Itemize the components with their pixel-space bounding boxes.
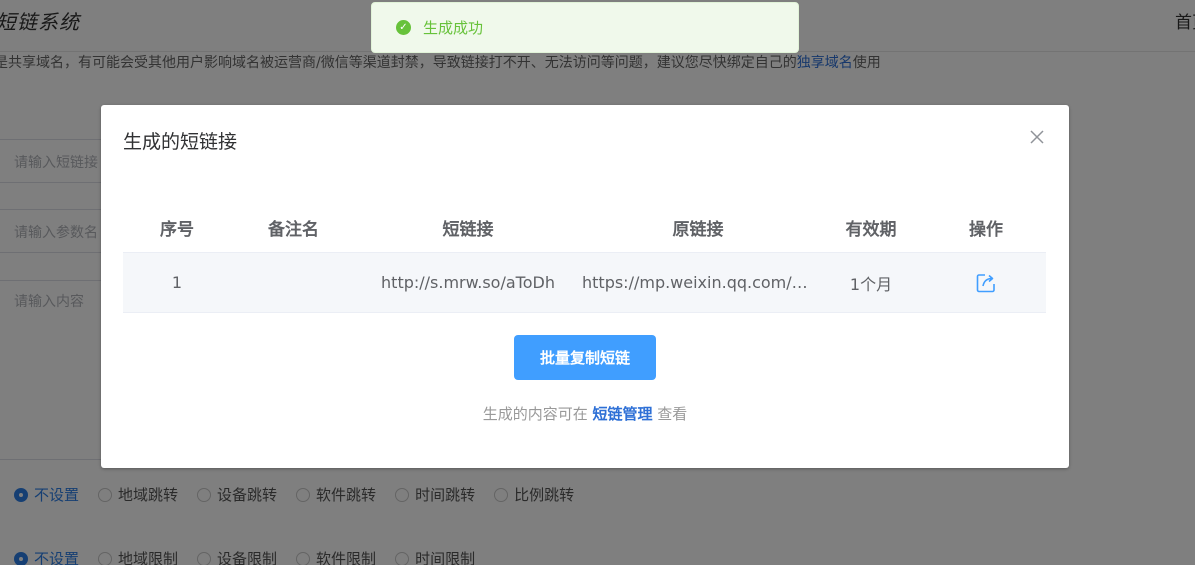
success-check-icon: ✓ xyxy=(396,20,411,35)
table-row: 1 http://s.mrw.so/aToDh https://mp.weixi… xyxy=(123,253,1046,313)
col-index: 序号 xyxy=(160,220,194,240)
external-link-icon[interactable] xyxy=(974,271,998,295)
toast-message: 生成成功 xyxy=(423,19,484,37)
row-action xyxy=(926,271,1046,295)
row-validity: 1个月 xyxy=(849,274,893,294)
row-short-link[interactable]: http://s.mrw.so/aToDh xyxy=(356,273,580,292)
batch-copy-button[interactable]: 批量复制短链 xyxy=(514,335,656,380)
link-manage-link[interactable]: 短链管理 xyxy=(592,405,652,423)
row-original-link: https://mp.weixin.qq.com/s/MLS… xyxy=(582,273,816,292)
table-header: 序号 备注名 短链接 原链接 有效期 操作 xyxy=(123,203,1046,253)
success-toast: ✓ 生成成功 xyxy=(371,2,799,53)
close-icon[interactable] xyxy=(1027,127,1047,147)
result-table: 序号 备注名 短链接 原链接 有效期 操作 1 http://s.mrw.so/… xyxy=(123,203,1046,313)
col-note: 备注名 xyxy=(268,220,319,240)
hint-suffix: 查看 xyxy=(657,405,688,423)
row-index: 1 xyxy=(171,273,183,292)
col-original-link: 原链接 xyxy=(672,220,724,240)
hint-prefix: 生成的内容可在 xyxy=(482,405,588,423)
col-action: 操作 xyxy=(969,220,1003,240)
col-short-link: 短链接 xyxy=(442,220,494,240)
manage-hint: 生成的内容可在 短链管理 查看 xyxy=(101,403,1069,424)
short-link-dialog: 生成的短链接 序号 备注名 短链接 原链接 有效期 操作 1 http://s.… xyxy=(101,105,1069,468)
col-validity: 有效期 xyxy=(845,220,897,240)
dialog-title: 生成的短链接 xyxy=(123,131,238,153)
